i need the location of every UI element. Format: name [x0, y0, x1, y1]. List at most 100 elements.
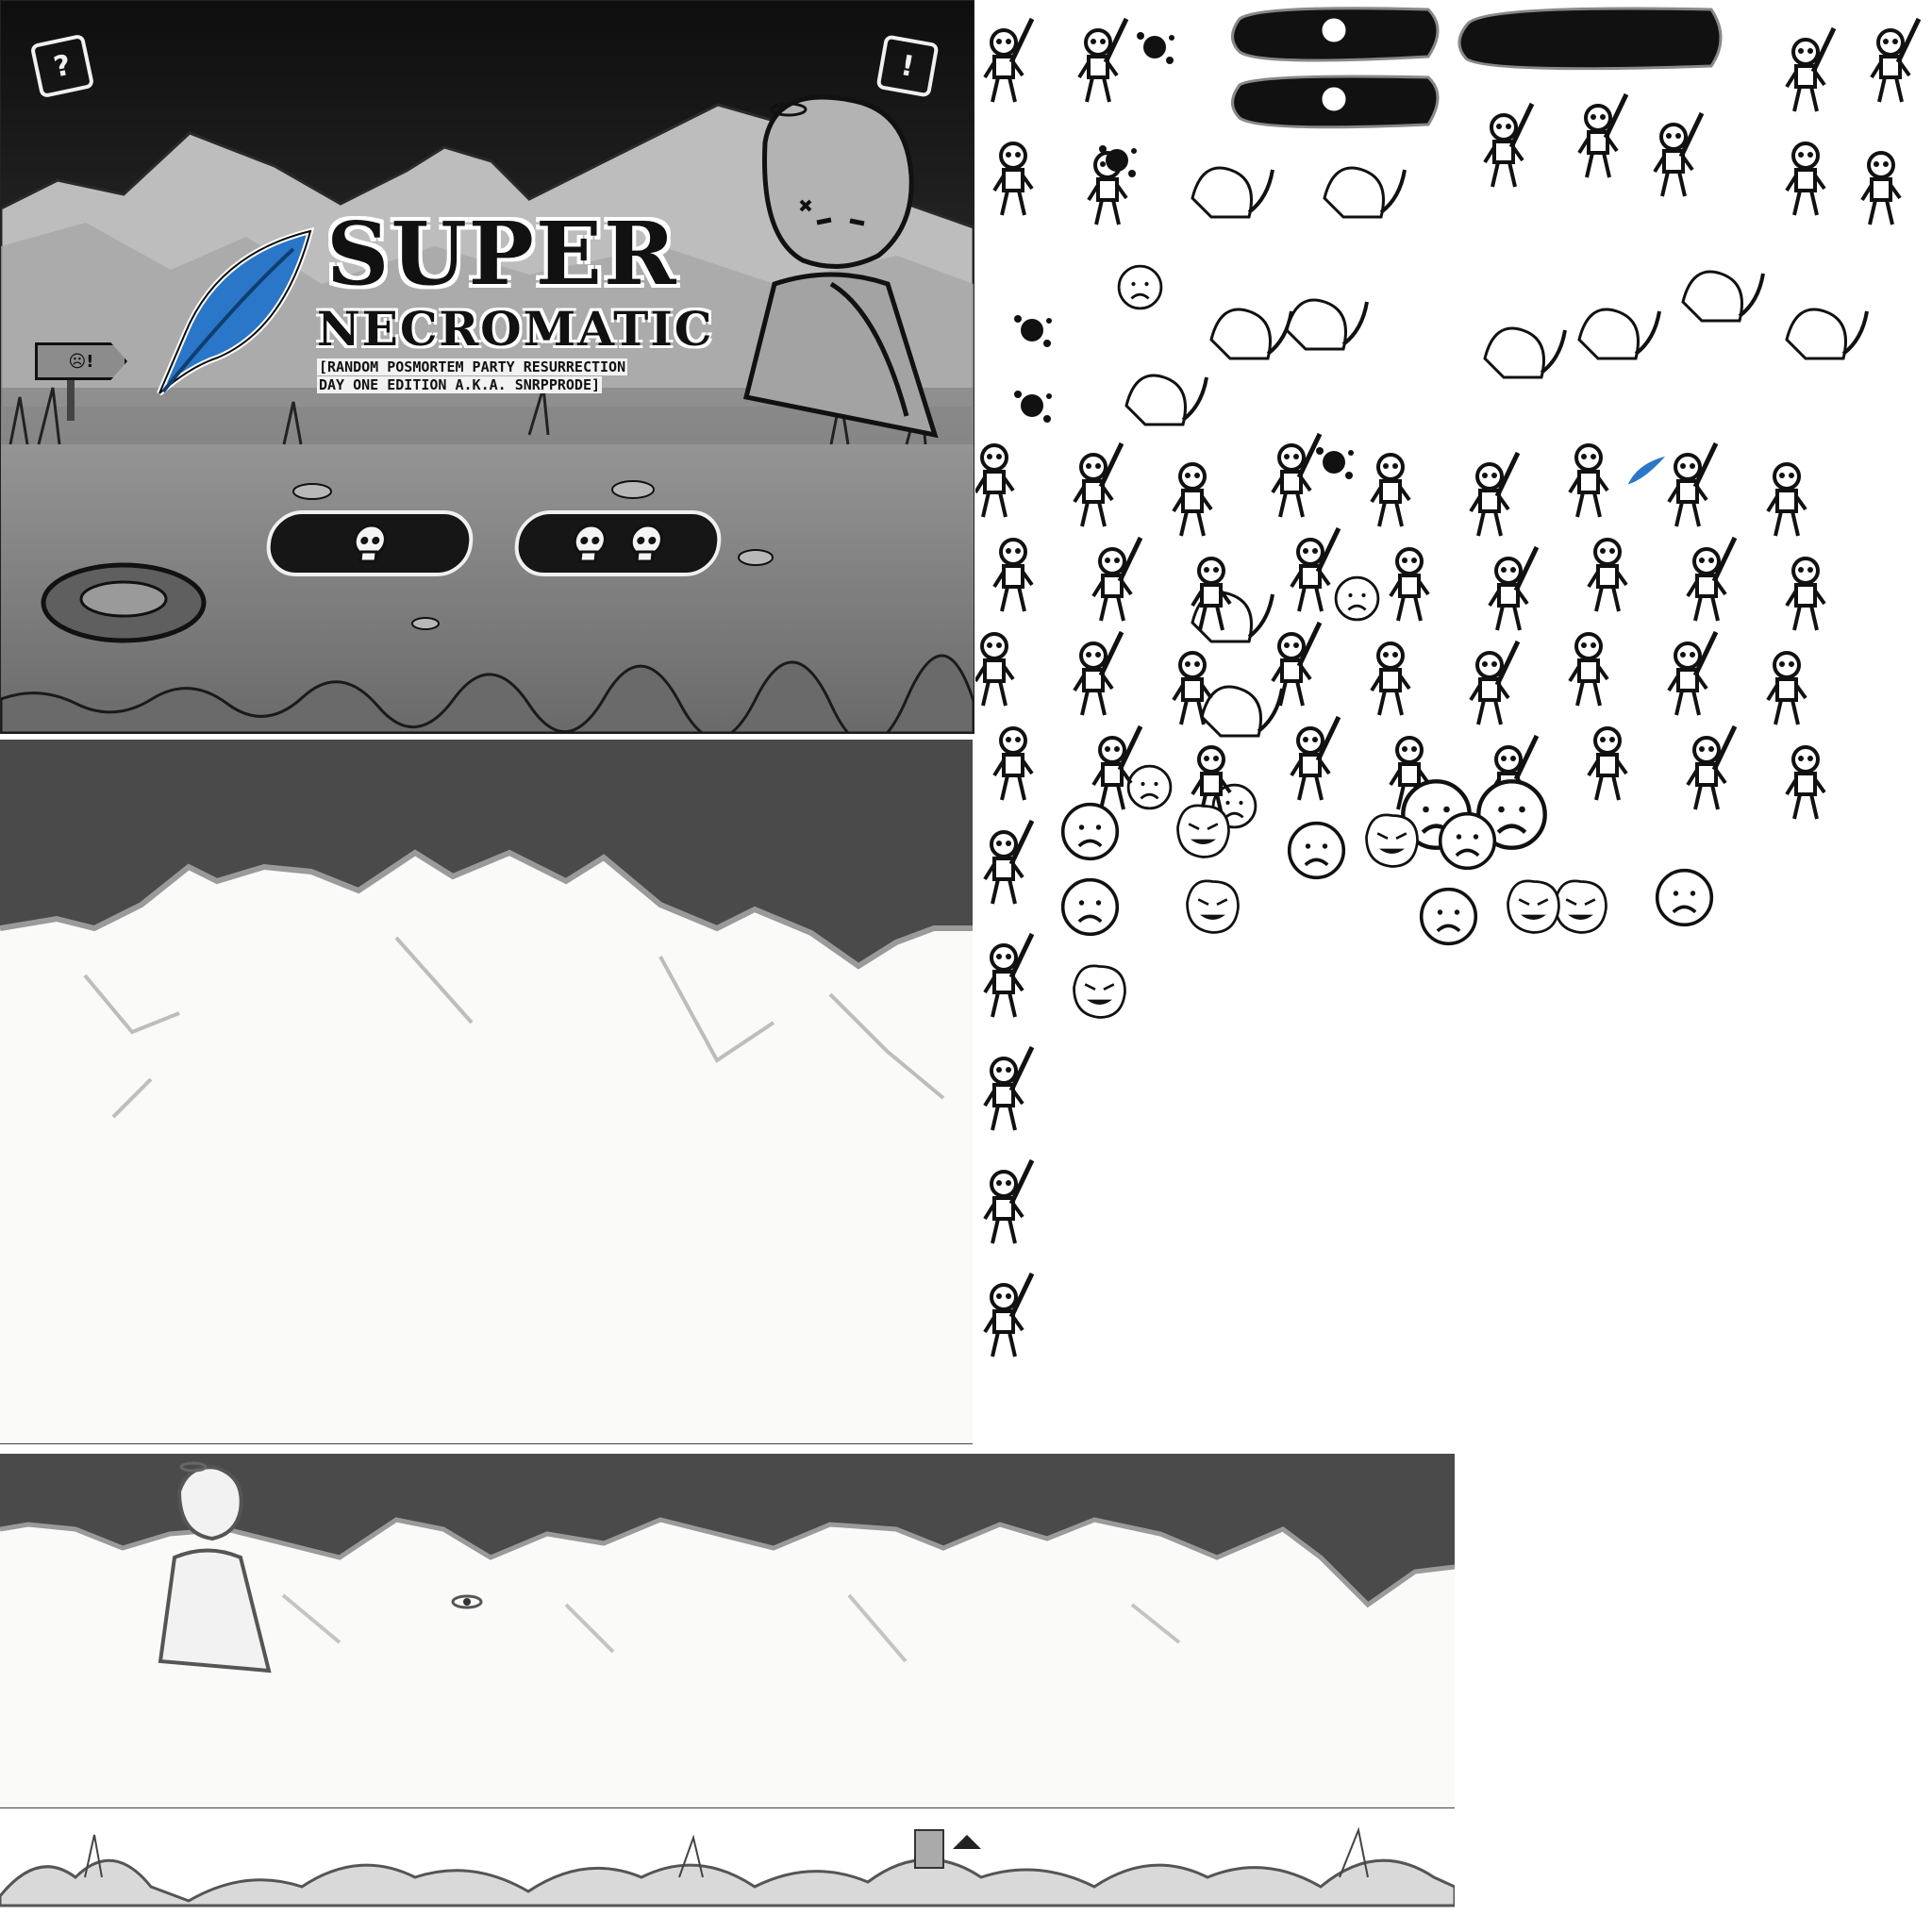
skeleton-sprite — [1172, 462, 1213, 538]
skeleton-sprite — [1766, 651, 1807, 726]
rat-creature-sprite — [1124, 374, 1208, 426]
skeleton-sprite — [992, 726, 1034, 802]
skeleton-sprite — [1093, 538, 1141, 621]
skeleton-sprite — [1669, 443, 1716, 526]
skeleton-sprite — [1485, 104, 1532, 187]
skeleton-sprite — [1655, 113, 1702, 196]
skeleton-sprite — [985, 821, 1032, 904]
skeleton-sprite — [1872, 19, 1919, 102]
rat-creature-sprite — [1200, 685, 1284, 738]
angry-face-sprite — [1507, 879, 1560, 934]
rat-creature-sprite — [1681, 270, 1765, 323]
game-title: SUPER NECROMATIC [RANDOM POSMORTEM PARTY… — [317, 203, 817, 393]
skeleton-sprite — [975, 443, 1015, 519]
one-player-button[interactable] — [263, 510, 476, 576]
question-mark-icon: ? — [50, 48, 75, 84]
skeleton-sprite — [985, 1274, 1032, 1357]
exclamation-icon: ! — [898, 48, 917, 84]
rat-creature-sprite — [1785, 308, 1869, 360]
skeleton-sprite — [1370, 453, 1411, 528]
sad-face-sprite — [1060, 877, 1120, 937]
sad-face-sprite — [1438, 811, 1497, 871]
skeleton-sprite — [992, 142, 1034, 217]
skeleton-sprite — [1370, 641, 1411, 717]
rat-creature-sprite — [1285, 298, 1369, 351]
blood-splat-sprite — [1014, 315, 1052, 347]
title-screen: SUPER NECROMATIC [RANDOM POSMORTEM PARTY… — [0, 0, 974, 734]
signpost-icon: ☹! — [68, 351, 94, 372]
subtitle-line-1: [RANDOM POSMORTEM PARTY RESURRECTION — [317, 358, 628, 375]
blood-splat-sprite — [1014, 391, 1052, 423]
ghost-face-sprite — [1126, 764, 1173, 810]
mountain-background-art — [0, 740, 973, 1443]
blue-feather-sprite — [1624, 453, 1671, 488]
sad-face-sprite — [1060, 802, 1120, 861]
rat-creature-sprite — [1577, 308, 1661, 360]
rat-creature-sprite — [1209, 308, 1293, 360]
subtitle-line-2: DAY ONE EDITION A.K.A. SNRPPRODE] — [317, 376, 603, 393]
skeleton-sprite — [1490, 547, 1537, 630]
angry-face-sprite — [1365, 813, 1419, 868]
sad-face-sprite — [1419, 887, 1478, 946]
skeleton-sprite — [1273, 434, 1320, 517]
angry-face-sprite — [1186, 879, 1240, 934]
skeleton-sprite — [1688, 726, 1735, 809]
ghost-face-sprite — [1117, 264, 1163, 310]
skeleton-sprite — [985, 19, 1032, 102]
sad-face-sprite — [1655, 868, 1714, 927]
mountain-background-large — [0, 740, 973, 1444]
skeleton-sprite — [1079, 19, 1126, 102]
skeleton-sprite — [985, 1047, 1032, 1130]
skeleton-sprite — [1389, 547, 1430, 623]
skeleton-sprite — [985, 1160, 1032, 1243]
skeleton-sprite — [1785, 745, 1826, 821]
angry-face-sprite — [1176, 804, 1230, 858]
rat-creature-sprite — [1323, 166, 1407, 219]
skeleton-sprite — [1291, 717, 1339, 800]
skull-icon — [629, 524, 663, 563]
ground-debris-art — [0, 1826, 1455, 1907]
mountain-background-wide-art — [0, 1454, 1455, 1807]
skeleton-sprite — [1074, 443, 1122, 526]
skeleton-sprite — [1688, 538, 1735, 621]
skeleton-sprite — [1074, 632, 1122, 715]
blood-splat-sprite — [1137, 32, 1174, 64]
angry-face-sprite — [1554, 879, 1607, 934]
skull-icon — [353, 524, 387, 563]
skeleton-sprite — [1785, 557, 1826, 632]
info-button[interactable]: ! — [875, 34, 940, 98]
skeleton-sprite — [1669, 632, 1716, 715]
feather-logo-icon — [157, 226, 315, 396]
title-line-super: SUPER — [326, 203, 678, 305]
sprite-sheet-art — [975, 7, 1932, 1434]
ground-debris-strip — [0, 1811, 1455, 1917]
skeleton-sprite — [1766, 462, 1807, 538]
skeleton-sprite — [1568, 632, 1609, 708]
skull-button-sprite — [1231, 7, 1440, 62]
skeleton-sprite — [1860, 151, 1902, 226]
skeleton-sprite — [992, 538, 1034, 613]
skeleton-sprite — [1785, 142, 1826, 217]
sad-face-sprite — [1287, 821, 1346, 880]
skeleton-sprite — [1579, 94, 1626, 177]
title-line-necromatic: NECROMATIC — [317, 301, 714, 357]
skeleton-sprite — [1568, 443, 1609, 519]
skeleton-sprite — [1587, 538, 1628, 613]
blood-splat-sprite — [1316, 447, 1354, 479]
skeleton-sprite — [985, 934, 1032, 1017]
two-player-button[interactable] — [511, 510, 724, 576]
help-button[interactable]: ? — [29, 33, 95, 99]
mountain-background-wide — [0, 1454, 1455, 1808]
angry-face-sprite — [1073, 964, 1126, 1019]
skeleton-sprite — [1471, 453, 1518, 536]
skeleton-sprite — [1787, 28, 1834, 111]
sprite-sheet — [975, 0, 1932, 1434]
skull-button-sprite — [1231, 75, 1440, 129]
blank-button-sprite — [1457, 7, 1723, 71]
skull-icon — [573, 524, 607, 563]
skeleton-sprite — [1471, 641, 1518, 724]
skeleton-sprite — [1291, 528, 1339, 611]
rat-creature-sprite — [1191, 166, 1274, 219]
rat-creature-sprite — [1483, 326, 1567, 379]
skeleton-sprite — [1587, 726, 1628, 802]
